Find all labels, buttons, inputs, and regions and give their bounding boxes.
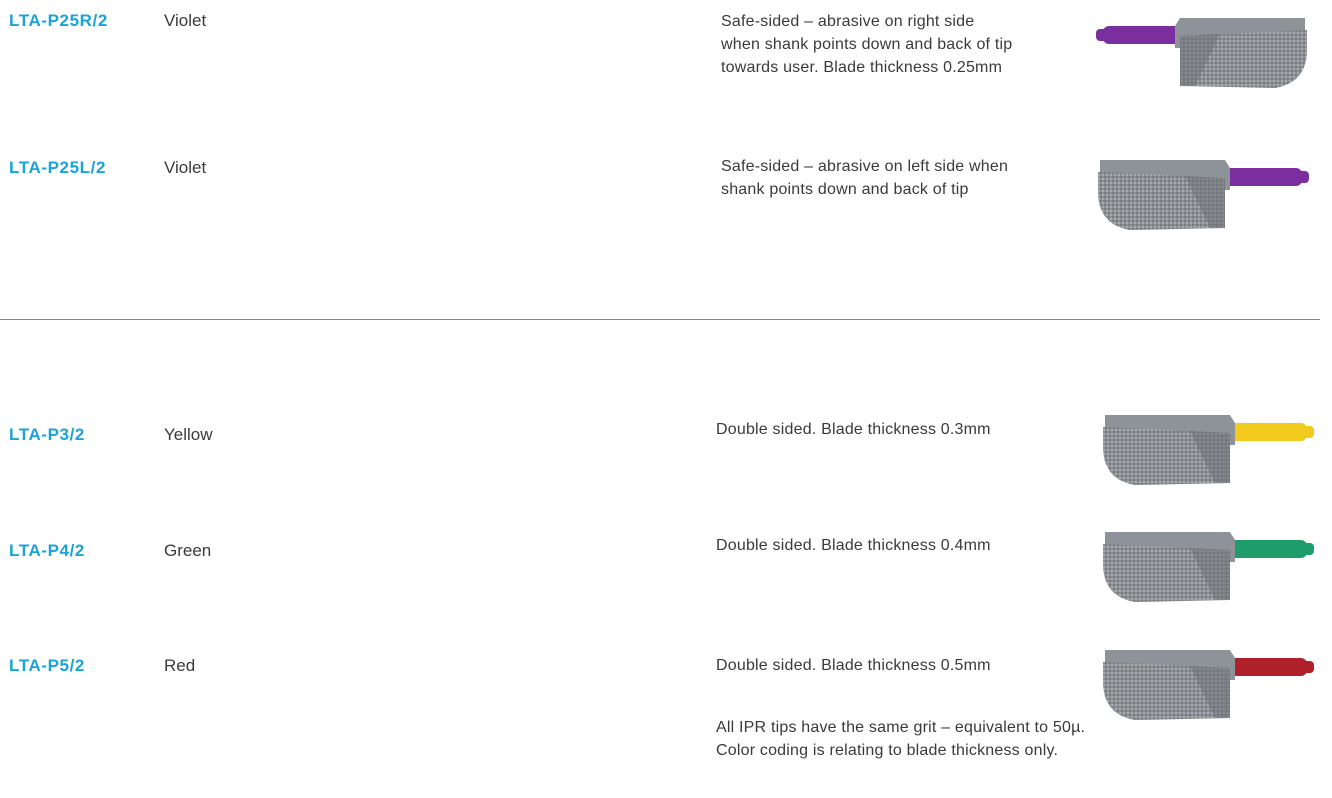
tip-shank	[1225, 423, 1307, 441]
description-line: Safe-sided – abrasive on left side when	[721, 158, 1009, 175]
product-description: Double sided. Blade thickness 0.5mm	[716, 654, 991, 677]
tip-shank	[1103, 26, 1185, 44]
product-description: Safe-sided – abrasive on left side when …	[721, 155, 1008, 201]
product-description: Safe-sided – abrasive on right side when…	[721, 10, 1012, 79]
ipr-tip-image	[1103, 415, 1314, 485]
description-line: Double sided. Blade thickness 0.3mm	[716, 421, 991, 438]
product-color-name: Yellow	[164, 425, 213, 444]
ipr-tip-image	[1096, 18, 1307, 88]
product-code: LTA-P5/2	[9, 656, 85, 675]
tip-shank	[1220, 168, 1302, 186]
ipr-tip-image	[1098, 160, 1309, 230]
product-color-name: Green	[164, 541, 212, 560]
section-divider	[0, 319, 1320, 320]
ipr-tip-image	[1103, 650, 1314, 720]
product-description: Double sided. Blade thickness 0.4mm	[716, 534, 991, 557]
product-code: LTA-P25L/2	[9, 158, 106, 177]
note-line: Color coding is relating to blade thickn…	[716, 742, 1059, 759]
product-color-name: Violet	[164, 11, 207, 30]
product-code: LTA-P25R/2	[9, 11, 108, 30]
product-code: LTA-P4/2	[9, 541, 85, 560]
product-description: Double sided. Blade thickness 0.3mm	[716, 418, 991, 441]
description-line: when shank points down and back of tip	[721, 36, 1013, 53]
description-line: Double sided. Blade thickness 0.5mm	[716, 657, 991, 674]
note-line: All IPR tips have the same grit – equiva…	[716, 719, 1086, 736]
product-color-name: Violet	[164, 158, 207, 177]
ipr-tip-image	[1103, 532, 1314, 602]
description-line: Safe-sided – abrasive on right side	[721, 13, 975, 30]
tip-shank	[1225, 540, 1307, 558]
product-code: LTA-P3/2	[9, 425, 85, 444]
product-color-name: Red	[164, 656, 196, 675]
grit-note: All IPR tips have the same grit – equiva…	[716, 716, 1085, 762]
description-line: towards user. Blade thickness 0.25mm	[721, 59, 1003, 76]
description-line: Double sided. Blade thickness 0.4mm	[716, 537, 991, 554]
description-line: shank points down and back of tip	[721, 181, 969, 198]
tip-shank	[1225, 658, 1307, 676]
